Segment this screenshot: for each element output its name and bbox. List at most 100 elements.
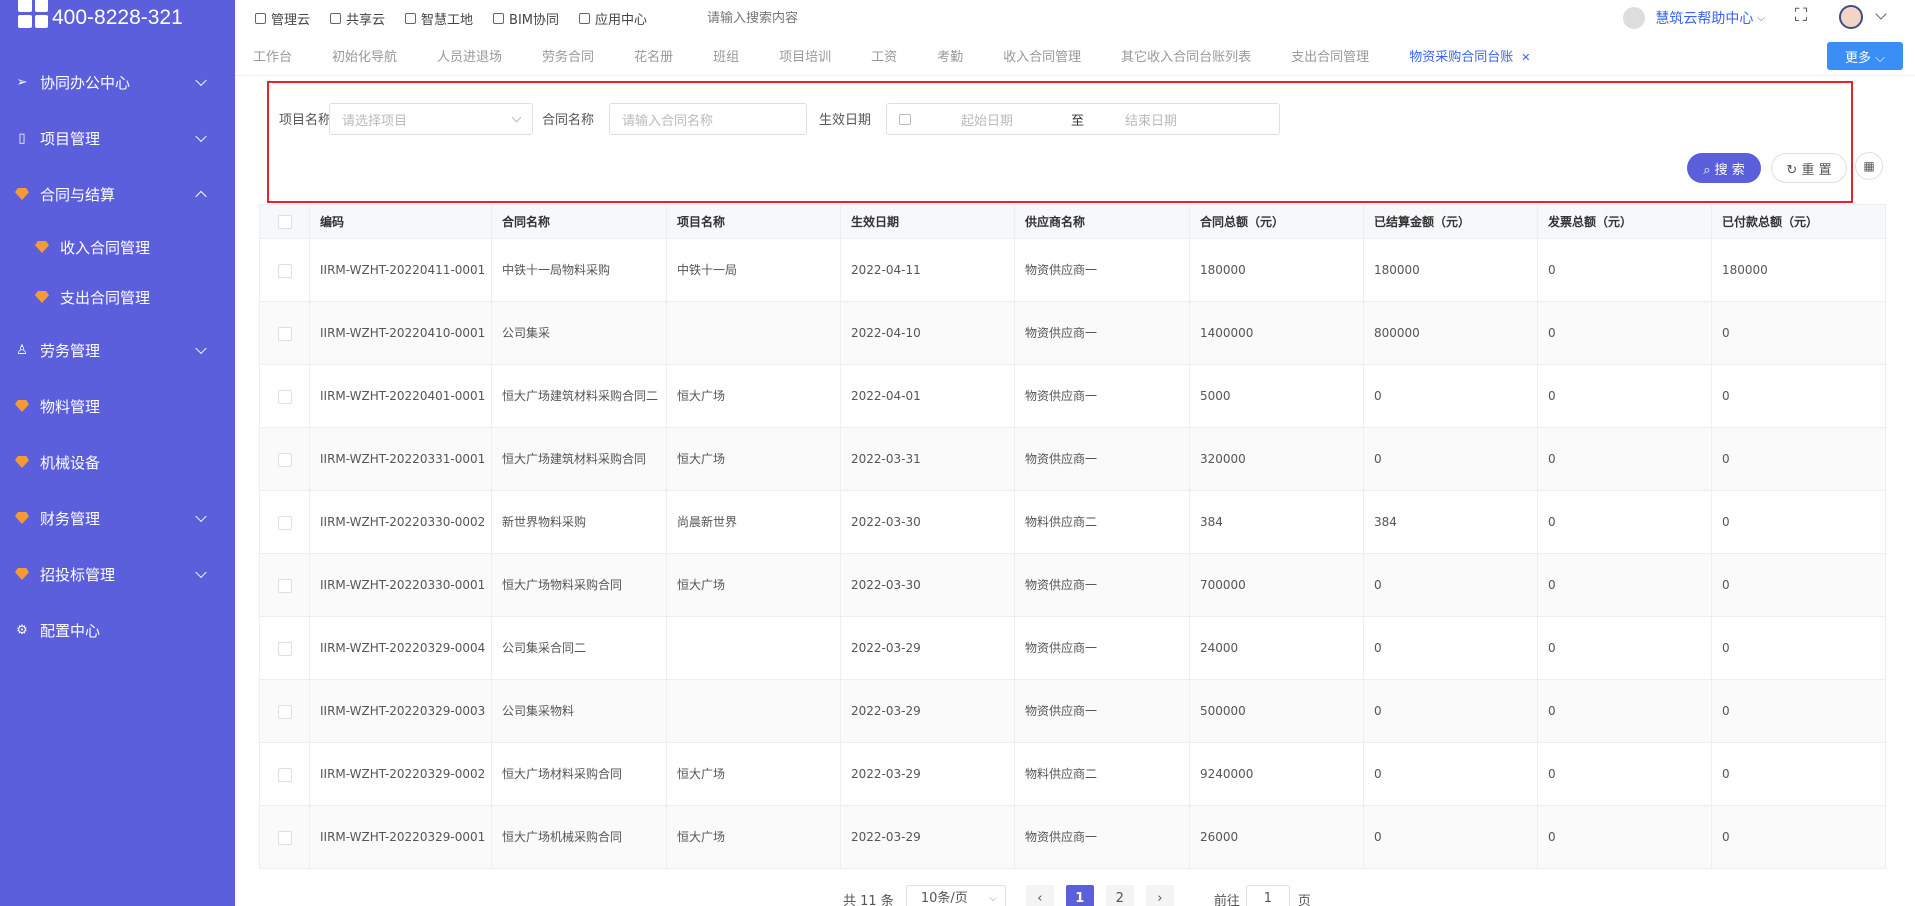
- table-cell: 0: [1537, 742, 1712, 806]
- tab[interactable]: 支出合同管理: [1271, 46, 1389, 65]
- sidebar-item[interactable]: 合同与结算: [0, 166, 235, 222]
- table-row[interactable]: IIRM-WZHT-20220330-0001 恒大广场物料采购合同 恒大广场 202…: [259, 553, 1886, 617]
- sidebar-item[interactable]: 收入合同管理: [0, 222, 235, 272]
- sidebar-item[interactable]: ▯ 项目管理: [0, 110, 235, 166]
- table-cell: 500000: [1189, 679, 1364, 743]
- tab[interactable]: 班组: [693, 46, 759, 65]
- select-all-checkbox[interactable]: [277, 214, 292, 229]
- table-cell: 公司集采合同二: [491, 616, 667, 680]
- table-cell: 物资供应商一: [1014, 364, 1190, 428]
- top-link[interactable]: 管理云: [255, 9, 310, 28]
- sidebar-item-label: 机械设备: [40, 453, 101, 472]
- tab[interactable]: 考勤: [917, 46, 983, 65]
- table-row[interactable]: IIRM-WZHT-20220329-0002 恒大广场材料采购合同 恒大广场 202…: [259, 742, 1886, 806]
- table-row[interactable]: IIRM-WZHT-20220411-0001 中铁十一局物料采购 中铁十一局 202…: [259, 238, 1886, 302]
- row-checkbox[interactable]: [277, 641, 292, 656]
- chevron-down-icon[interactable]: [1875, 8, 1887, 20]
- sidebar-item[interactable]: 机械设备: [0, 434, 235, 490]
- reset-button[interactable]: ↻ 重 置: [1771, 153, 1847, 183]
- table-row[interactable]: IIRM-WZHT-20220401-0001 恒大广场建筑材料采购合同二 恒大广场…: [259, 364, 1886, 428]
- book-icon: ▯: [18, 130, 26, 146]
- page-size-select[interactable]: 10条/页 ⌵: [905, 885, 1006, 906]
- row-checkbox[interactable]: [277, 830, 292, 845]
- top-link[interactable]: 共享云: [330, 9, 385, 28]
- top-link[interactable]: BIM协同: [493, 9, 559, 28]
- avatar[interactable]: [1839, 5, 1863, 29]
- table-row[interactable]: IIRM-WZHT-20220330-0002 新世界物料采购 尚晨新世界 2022-…: [259, 490, 1886, 554]
- table-cell: 0: [1537, 616, 1712, 680]
- row-checkbox[interactable]: [277, 767, 292, 782]
- row-checkbox[interactable]: [277, 389, 292, 404]
- tab[interactable]: 工资: [851, 46, 917, 65]
- tab[interactable]: 劳务合同: [522, 46, 614, 65]
- contract-table: 编码 合同名称 项目名称 生效日期 供应商名称 合同总额（元） 已结算金额（元） 发票总额（元…: [259, 204, 1886, 869]
- tab[interactable]: 人员进退场: [417, 46, 522, 65]
- help-center-link[interactable]: 慧筑云帮助中心 ⌵: [1623, 0, 1765, 36]
- row-checkbox[interactable]: [277, 263, 292, 278]
- table-row[interactable]: IIRM-WZHT-20220410-0001 公司集采 2022-04-10 物资供…: [259, 301, 1886, 365]
- table-cell: 384: [1189, 490, 1364, 554]
- sidebar-item[interactable]: 支出合同管理: [0, 272, 235, 322]
- sidebar-item-label: 协同办公中心: [40, 73, 131, 92]
- page-2-button[interactable]: 2: [1105, 885, 1134, 906]
- table-cell: 2022-03-30: [840, 490, 1015, 554]
- top-link[interactable]: 智慧工地: [405, 9, 473, 28]
- tab[interactable]: 花名册: [614, 46, 693, 65]
- table-cell: 2022-04-11: [840, 238, 1015, 302]
- tab[interactable]: 其它收入合同台账列表: [1101, 46, 1271, 65]
- next-page-button[interactable]: ›: [1145, 885, 1174, 906]
- row-checkbox[interactable]: [277, 515, 292, 530]
- top-link[interactable]: 应用中心: [579, 9, 647, 28]
- sidebar-item[interactable]: ♙ 劳务管理: [0, 322, 235, 378]
- goto-page-input[interactable]: 1: [1245, 885, 1290, 906]
- table-cell: 2022-04-01: [840, 364, 1015, 428]
- tab[interactable]: 初始化导航: [312, 46, 417, 65]
- chevron-down-icon: [511, 112, 522, 123]
- contract-placeholder: 请输入合同名称: [622, 113, 714, 129]
- table-cell: 180000: [1189, 238, 1364, 302]
- contract-name-input[interactable]: 请输入合同名称: [609, 103, 807, 135]
- tab[interactable]: 收入合同管理: [983, 46, 1101, 65]
- column-settings-button[interactable]: ▦: [1855, 152, 1883, 180]
- global-search-input[interactable]: [707, 10, 948, 26]
- tab[interactable]: 项目培训: [759, 46, 851, 65]
- sidebar-item[interactable]: 财务管理: [0, 490, 235, 546]
- sidebar-item[interactable]: ⚙ 配置中心: [0, 602, 235, 658]
- row-checkbox[interactable]: [277, 578, 292, 593]
- date-range-picker[interactable]: 起始日期 至 结束日期: [886, 103, 1280, 135]
- close-icon[interactable]: ✕: [1521, 51, 1530, 64]
- fullscreen-icon[interactable]: ⛶: [1787, 5, 1815, 29]
- page-1-button[interactable]: 1: [1065, 885, 1094, 906]
- table-row[interactable]: IIRM-WZHT-20220331-0001 恒大广场建筑材料采购合同 恒大广场 2…: [259, 427, 1886, 491]
- table-cell: 物料供应商二: [1014, 742, 1190, 806]
- table-row[interactable]: IIRM-WZHT-20220329-0001 恒大广场机械采购合同 恒大广场 202…: [259, 805, 1886, 869]
- sidebar-item[interactable]: 物料管理: [0, 378, 235, 434]
- row-checkbox[interactable]: [277, 704, 292, 719]
- table-cell: 恒大广场材料采购合同: [491, 742, 667, 806]
- contract-label: 合同名称: [542, 113, 595, 128]
- search-button[interactable]: ⌕ 搜 索: [1687, 153, 1761, 183]
- table-cell: 物资供应商一: [1014, 805, 1190, 869]
- table-cell: 9240000: [1189, 742, 1364, 806]
- gem-icon: [14, 510, 30, 526]
- row-checkbox[interactable]: [277, 326, 292, 341]
- prev-page-button[interactable]: ‹: [1025, 885, 1054, 906]
- project-select[interactable]: 请选择项目: [329, 103, 533, 135]
- sidebar-item[interactable]: ➢ 协同办公中心: [0, 54, 235, 110]
- sidebar-item-label: 财务管理: [40, 509, 101, 528]
- sidebar-menu: ➢ 协同办公中心 ▯ 项目管理 合同与结算 收入合同管理 支出合同管理 ♙ 劳务管理 物料管理机械…: [0, 54, 235, 658]
- row-select-cell: [259, 364, 310, 428]
- row-checkbox[interactable]: [277, 452, 292, 467]
- tab-label: 支出合同管理: [1291, 50, 1370, 65]
- table-row[interactable]: IIRM-WZHT-20220329-0003 公司集采物料 2022-03-29 物…: [259, 679, 1886, 743]
- table-cell: 0: [1363, 742, 1538, 806]
- project-placeholder: 请选择项目: [342, 113, 408, 129]
- tab[interactable]: 工作台: [235, 46, 312, 65]
- refresh-icon: ↻: [1786, 162, 1798, 178]
- table-row[interactable]: IIRM-WZHT-20220329-0004 公司集采合同二 2022-03-29…: [259, 616, 1886, 680]
- table-cell: IIRM-WZHT-20220401-0001: [309, 364, 492, 428]
- tab[interactable]: 物资采购合同台账 ✕: [1389, 46, 1550, 65]
- sidebar-item[interactable]: 招投标管理: [0, 546, 235, 602]
- more-tabs-button[interactable]: 更多 ⌵: [1827, 42, 1903, 70]
- chevron-down-icon: ⌵: [989, 893, 997, 904]
